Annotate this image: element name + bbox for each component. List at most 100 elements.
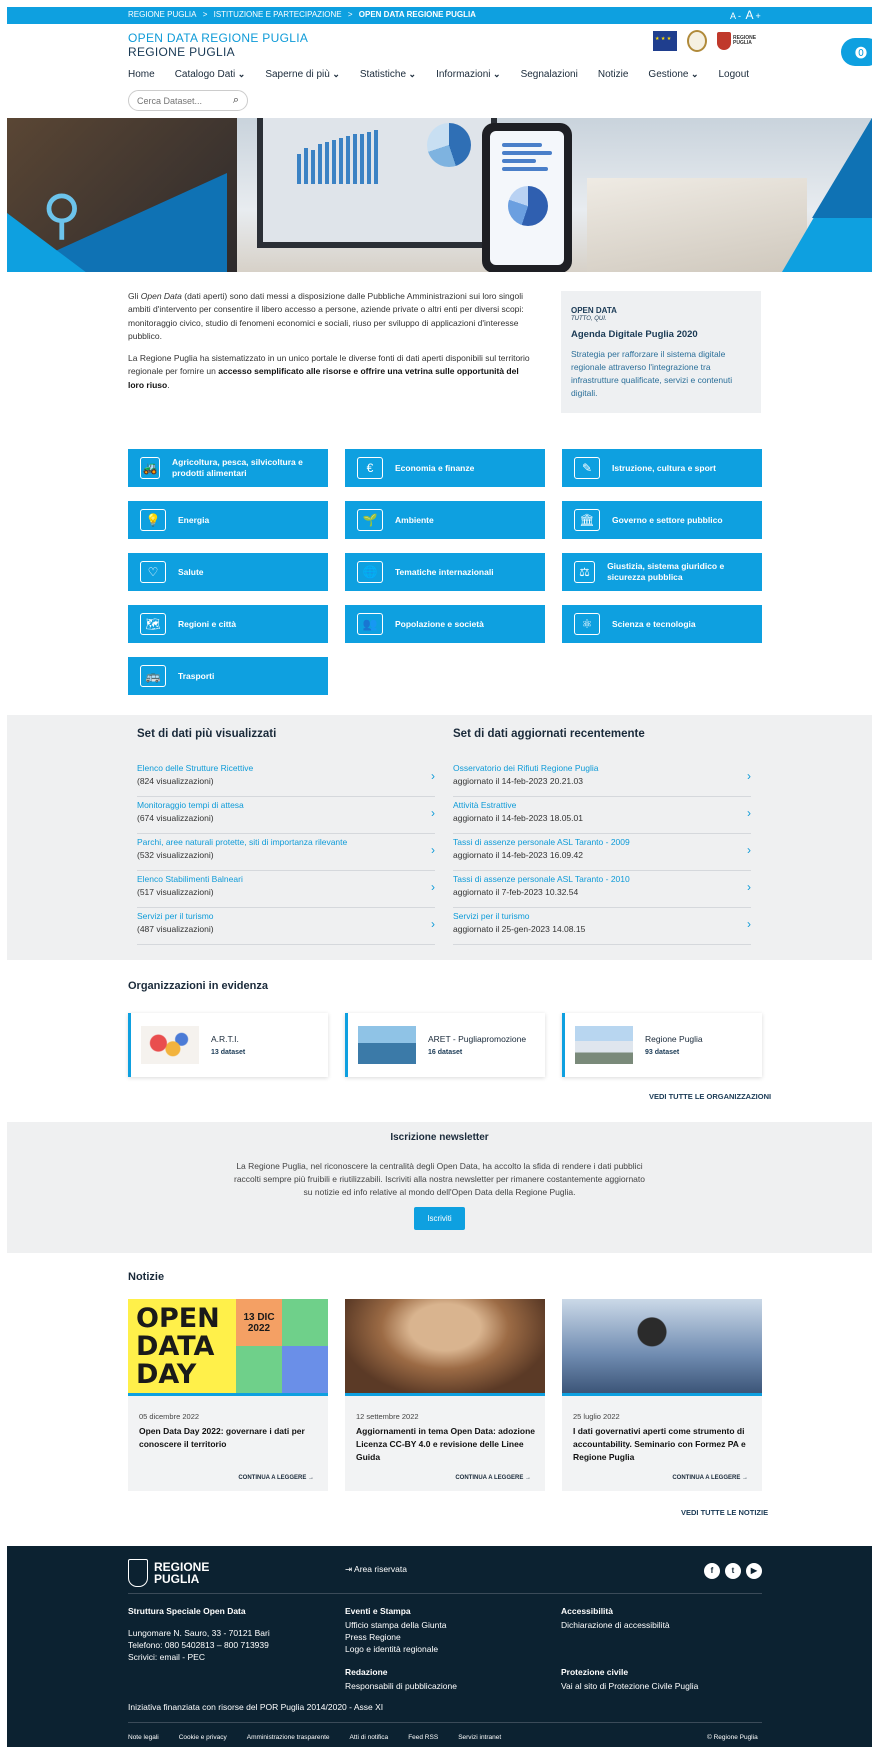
dataset-row[interactable]: Tassi di assenze personale ASL Taranto -… [453, 834, 751, 871]
facebook-icon[interactable]: f [704, 1563, 720, 1579]
agenda-digitale-box[interactable]: OPEN DATA TUTTO, QUI. Agenda Digitale Pug… [561, 291, 761, 413]
datasets-section: Set di dati più visualizzati Elenco dell… [7, 715, 872, 960]
news-headline[interactable]: Open Data Day 2022: governare i dati per… [139, 1425, 319, 1451]
legal-link[interactable]: Amministrazione trasparente [247, 1734, 330, 1741]
category-button[interactable]: ♡ Salute [128, 553, 328, 591]
reserved-area-link[interactable]: ⇥ Area riservata [345, 1563, 407, 1575]
see-all-organizations-link[interactable]: VEDI TUTTE LE ORGANIZZAZIONI [649, 1092, 771, 1101]
organization-card[interactable]: A.R.T.I. 13 dataset [128, 1013, 328, 1077]
site-title[interactable]: OPEN DATA REGIONE PUGLIA [128, 31, 308, 45]
footer-logo[interactable]: REGIONE PUGLIA [128, 1559, 209, 1587]
read-more-link[interactable]: CONTINUA A LEGGERE → [672, 1475, 748, 1481]
footer-link[interactable]: Dichiarazione di accessibilità [561, 1619, 761, 1631]
organization-card[interactable]: ARET - Pugliapromozione 16 dataset [345, 1013, 545, 1077]
youtube-icon[interactable]: ▶ [746, 1563, 762, 1579]
dataset-row[interactable]: Osservatorio dei Rifiuti Regione Puglia a… [453, 760, 751, 797]
dataset-row[interactable]: Attività Estrattive aggiornato il 14-feb-… [453, 797, 751, 834]
dataset-row[interactable]: Tassi di assenze personale ASL Taranto -… [453, 871, 751, 908]
legal-link[interactable]: Feed RSS [408, 1734, 438, 1741]
organization-name[interactable]: ARET - Pugliapromozione [428, 1034, 526, 1044]
category-button[interactable]: € Economia e finanze [345, 449, 545, 487]
dataset-row[interactable]: Servizi per il turismo aggiornato il 25-g… [453, 908, 751, 945]
organization-card[interactable]: Regione Puglia 93 dataset [562, 1013, 762, 1077]
category-button[interactable]: 🚜 Agricoltura, pesca, silvicoltura e prod… [128, 449, 328, 487]
footer-contact-links[interactable]: Scrivici: email - PEC [128, 1651, 328, 1663]
dataset-row[interactable]: Elenco Stabilimenti Balneari (517 visuali… [137, 871, 435, 908]
category-button[interactable]: 🚌 Trasporti [128, 657, 328, 695]
dataset-title[interactable]: Tassi di assenze personale ASL Taranto -… [453, 837, 751, 847]
category-button[interactable]: ⚛ Scienza e tecnologia [562, 605, 762, 643]
footer-link[interactable]: Vai al sito di Protezione Civile Puglia [561, 1680, 761, 1692]
dataset-row[interactable]: Elenco delle Strutture Ricettive (824 vis… [137, 760, 435, 797]
dataset-row[interactable]: Parchi, aree naturali protette, siti di … [137, 834, 435, 871]
search-input[interactable] [137, 96, 223, 106]
nav-item-notizie[interactable]: Notizie [598, 69, 629, 80]
twitter-icon[interactable]: t [725, 1563, 741, 1579]
category-button[interactable]: 🌐 Tematiche internazionali [345, 553, 545, 591]
nav-item-informazioni[interactable]: Informazioni ⌄ [436, 69, 501, 80]
breadcrumb-istituzione[interactable]: ISTITUZIONE E PARTECIPAZIONE [214, 10, 342, 19]
dataset-title[interactable]: Attività Estrattive [453, 800, 751, 810]
dataset-row[interactable]: Servizi per il turismo (487 visualizzazio… [137, 908, 435, 945]
font-decrease-button[interactable]: A - [730, 11, 741, 21]
legal-link[interactable]: Cookie e privacy [179, 1734, 227, 1741]
news-card[interactable]: OPEN DATA DAY 13 DIC 2022 05 dicembre 2022 Op… [128, 1299, 328, 1491]
read-more-link[interactable]: CONTINUA A LEGGERE → [455, 1475, 531, 1481]
news-date: 05 dicembre 2022 [139, 1412, 200, 1421]
legal-link[interactable]: Atti di notifica [350, 1734, 389, 1741]
font-plus-label[interactable]: + [756, 11, 761, 21]
dataset-meta: aggiornato il 14-feb-2023 18.05.01 [453, 813, 583, 823]
search-icon[interactable]: ⌕ [233, 94, 239, 107]
accessibility-button[interactable]: ⓿ [841, 38, 872, 66]
site-subtitle[interactable]: REGIONE PUGLIA [128, 45, 235, 59]
category-button[interactable]: ⚖ Giustizia, sistema giuridico e sicurezz… [562, 553, 762, 591]
nav-item-statistiche[interactable]: Statistiche ⌄ [360, 69, 416, 80]
dataset-title[interactable]: Parchi, aree naturali protette, siti di … [137, 837, 435, 847]
recent-title: Set di dati aggiornati recentemente [453, 728, 645, 740]
dataset-title[interactable]: Elenco Stabilimenti Balneari [137, 874, 435, 884]
category-button[interactable]: 👥 Popolazione e società [345, 605, 545, 643]
category-label: Salute [178, 566, 204, 577]
subscribe-button[interactable]: Iscriviti [414, 1207, 465, 1230]
nav-item-home[interactable]: Home [128, 69, 155, 80]
organization-name[interactable]: A.R.T.I. [211, 1034, 239, 1044]
category-button[interactable]: 🌱 Ambiente [345, 501, 545, 539]
news-card[interactable]: 25 luglio 2022 I dati governativi aperti … [562, 1299, 762, 1491]
category-button[interactable]: 🗺 Regioni e città [128, 605, 328, 643]
page: { "topbar": { "breadcrumb": ["REGIONE PU… [0, 0, 872, 1747]
organization-name[interactable]: Regione Puglia [645, 1034, 703, 1044]
intro-text-span: (dati aperti) sono dati messi a disposiz… [128, 291, 524, 341]
news-card[interactable]: 12 settembre 2022 Aggiornamenti in tema O… [345, 1299, 545, 1491]
dataset-title[interactable]: Servizi per il turismo [453, 911, 751, 921]
footer-link[interactable]: Logo e identità regionale [345, 1643, 545, 1655]
breadcrumb-regione[interactable]: REGIONE PUGLIA [128, 10, 196, 19]
footer-link[interactable]: Responsabili di pubblicazione [345, 1680, 545, 1692]
dataset-title[interactable]: Monitoraggio tempi di attesa [137, 800, 435, 810]
category-button[interactable]: 💡 Energia [128, 501, 328, 539]
dataset-title[interactable]: Servizi per il turismo [137, 911, 435, 921]
dataset-title[interactable]: Osservatorio dei Rifiuti Regione Puglia [453, 763, 751, 773]
agenda-title[interactable]: Agenda Digitale Puglia 2020 [571, 329, 751, 340]
dataset-title[interactable]: Elenco delle Strutture Ricettive [137, 763, 435, 773]
news-headline[interactable]: Aggiornamenti in tema Open Data: adozion… [356, 1425, 536, 1464]
legal-link[interactable]: Servizi intranet [458, 1734, 501, 1741]
news-headline[interactable]: I dati governativi aperti come strumento… [573, 1425, 753, 1464]
intro-text: Gli Open Data (dati aperti) sono dati me… [128, 290, 533, 401]
nav-item-gestione[interactable]: Gestione ⌄ [648, 69, 698, 80]
dataset-row[interactable]: Monitoraggio tempi di attesa (674 visuali… [137, 797, 435, 834]
legal-link[interactable]: Note legali [128, 1734, 159, 1741]
font-increase-button[interactable]: A [746, 8, 754, 22]
footer-link[interactable]: Press Regione [345, 1631, 545, 1643]
chevron-right-icon: › [747, 806, 751, 820]
see-all-news-link[interactable]: VEDI TUTTE LE NOTIZIE [681, 1508, 768, 1517]
nav-item-catalogo-dati[interactable]: Catalogo Dati ⌄ [175, 69, 246, 80]
category-button[interactable]: ✎ Istruzione, cultura e sport [562, 449, 762, 487]
nav-item-logout[interactable]: Logout [719, 69, 750, 80]
chevron-right-icon: › [747, 843, 751, 857]
read-more-link[interactable]: CONTINUA A LEGGERE → [238, 1475, 314, 1481]
category-button[interactable]: 🏛 Governo e settore pubblico [562, 501, 762, 539]
nav-item-saperne-di-pi-[interactable]: Saperne di più ⌄ [265, 69, 340, 80]
nav-item-segnalazioni[interactable]: Segnalazioni [521, 69, 578, 80]
dataset-title[interactable]: Tassi di assenze personale ASL Taranto -… [453, 874, 751, 884]
footer-link[interactable]: Ufficio stampa della Giunta [345, 1619, 545, 1631]
